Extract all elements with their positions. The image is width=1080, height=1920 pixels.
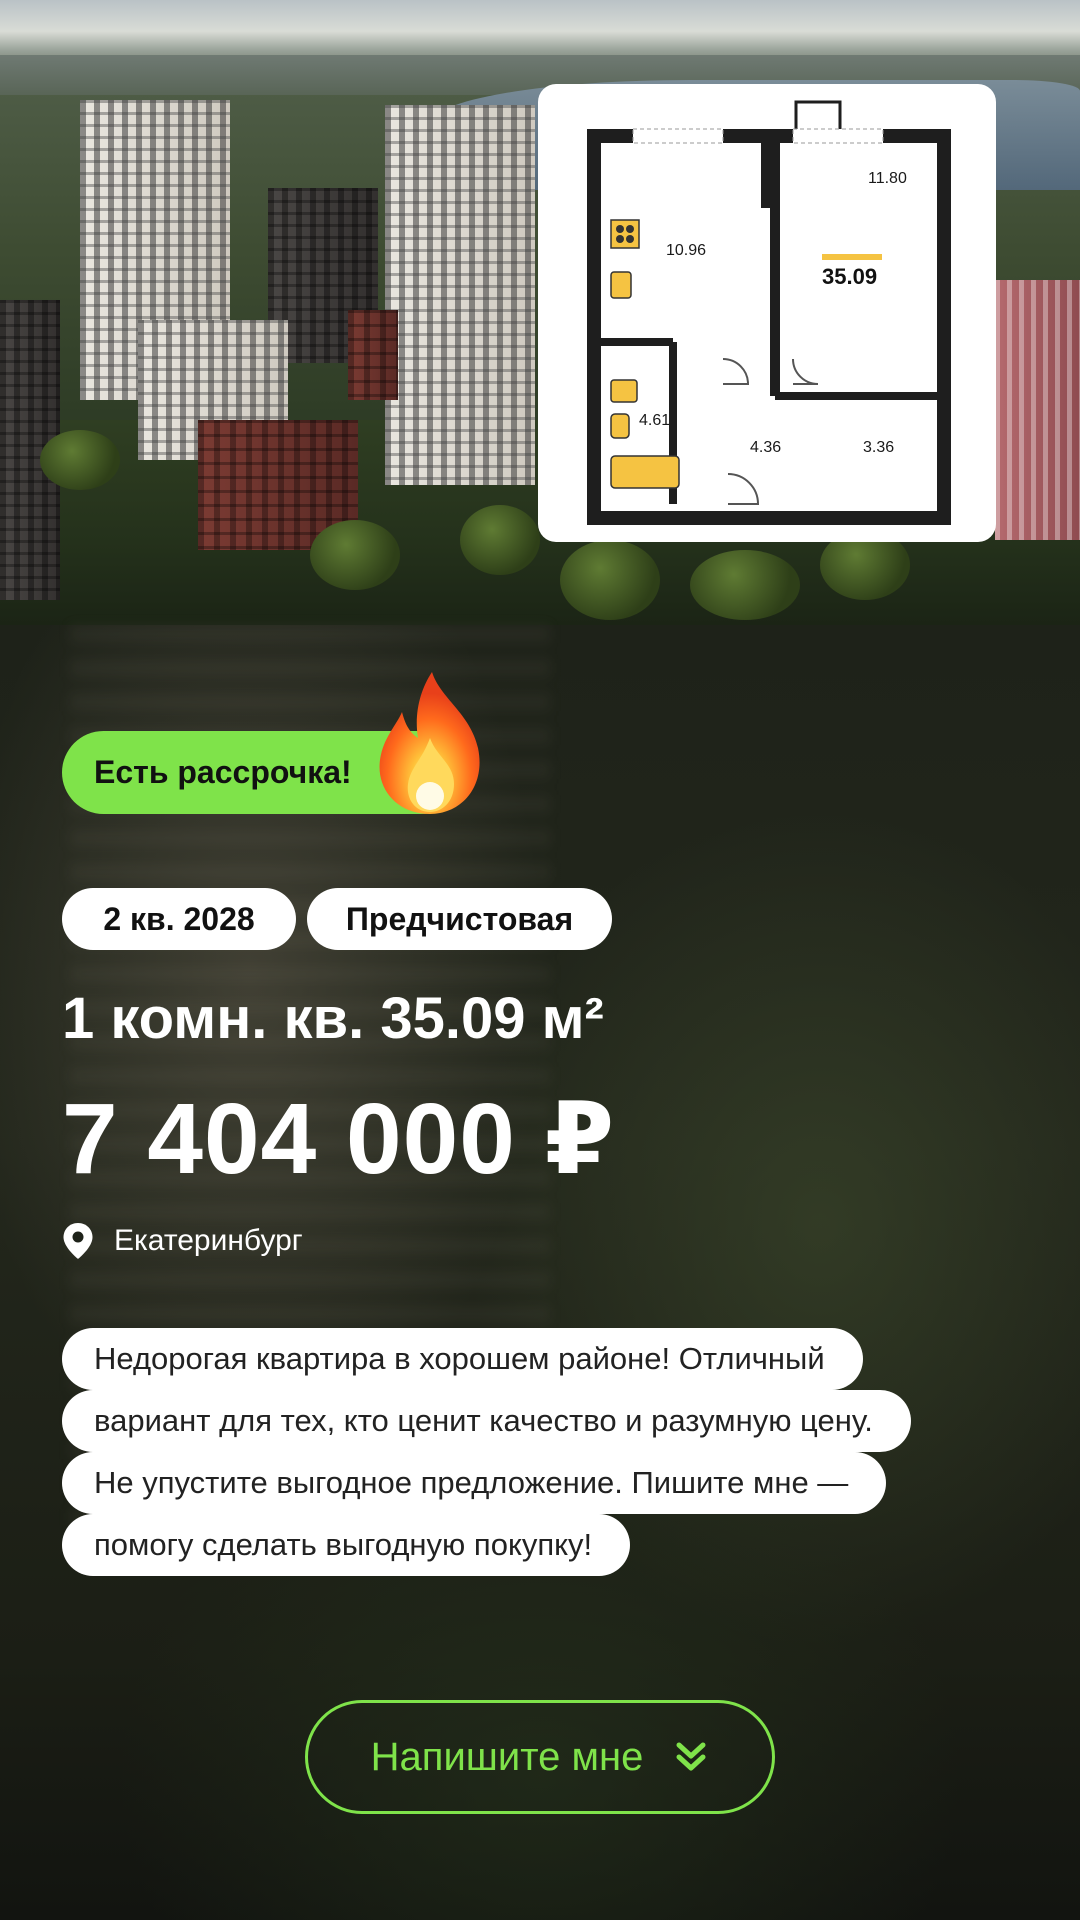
installment-label: Есть рассрочка!	[94, 754, 352, 790]
description-line: помогу сделать выгодную покупку!	[62, 1514, 631, 1576]
description-line: вариант для тех, кто ценит качество и ра…	[62, 1390, 911, 1452]
location: Екатеринбург	[62, 1222, 303, 1260]
floor-plan-card[interactable]: 10.96 11.80 4.61 4.36 3.36 35.09	[538, 84, 996, 542]
contact-me-label: Напишите мне	[370, 1734, 644, 1779]
city-label: Екатеринбург	[114, 1224, 303, 1257]
tree	[40, 430, 120, 490]
listing-price: 7 404 000 ₽	[62, 1083, 616, 1195]
tree	[460, 505, 540, 575]
room-area-storage: 3.36	[863, 439, 895, 456]
description-line: Не упустите выгодное предложение. Пишите…	[62, 1452, 887, 1514]
room-area-kitchen: 10.96	[666, 242, 707, 259]
building	[995, 280, 1080, 540]
tree	[310, 520, 400, 590]
completion-date-chip: 2 кв. 2028	[62, 888, 296, 950]
description-line: Недорогая квартира в хорошем районе! Отл…	[62, 1328, 863, 1390]
floor-plan-drawing	[587, 100, 951, 525]
room-area-hall: 4.36	[750, 439, 782, 456]
fire-icon	[379, 672, 480, 814]
listing-title: 1 комн. кв. 35.09 м²	[62, 986, 604, 1051]
tree	[690, 550, 800, 620]
hero-photo: 10.96 11.80 4.61 4.36 3.36 35.09	[0, 0, 1080, 625]
room-area-bathroom: 4.61	[639, 412, 671, 429]
contact-me-button[interactable]: Напишите мне	[305, 1700, 775, 1814]
room-area-living: 11.80	[868, 170, 907, 187]
description: Недорогая квартира в хорошем районе! Отл…	[62, 1328, 1022, 1576]
building	[385, 105, 535, 485]
building	[348, 310, 398, 400]
completion-date-label: 2 кв. 2028	[103, 900, 255, 937]
double-chevron-down-icon	[676, 1742, 706, 1771]
location-pin-icon	[63, 1223, 93, 1259]
tree	[560, 540, 660, 620]
plan-total-area: 35.09	[822, 264, 878, 289]
finish-type-label: Предчистовая	[345, 900, 574, 937]
finish-type-chip: Предчистовая	[307, 888, 612, 950]
